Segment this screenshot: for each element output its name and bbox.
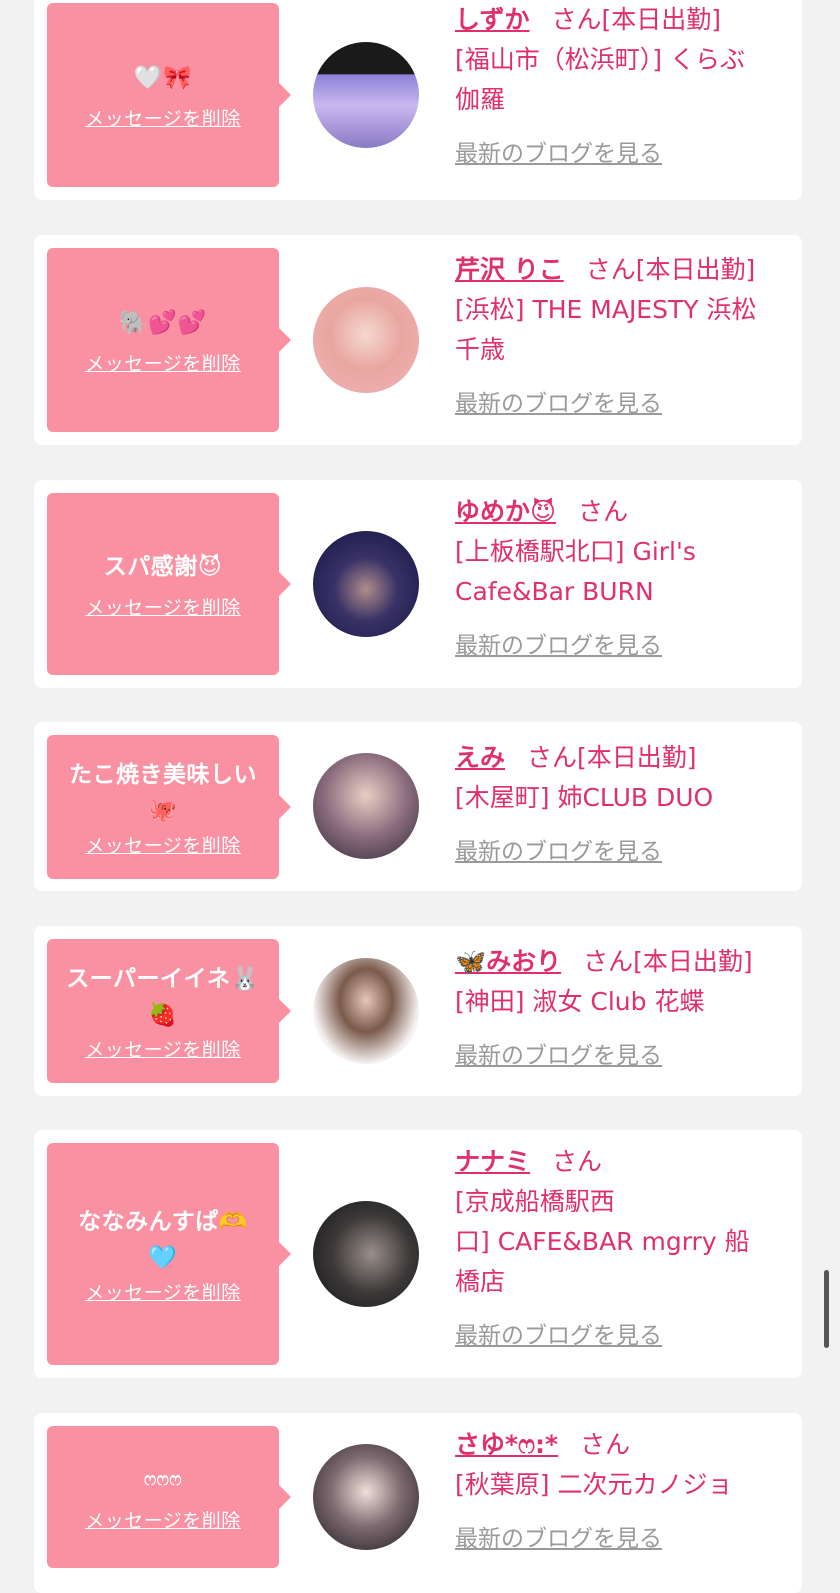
latest-blog-link[interactable]: 最新のブログを見る <box>455 384 662 418</box>
shop-line: 伽羅 <box>455 85 506 114</box>
avatar[interactable] <box>313 1201 419 1307</box>
latest-blog-link[interactable]: 最新のブログを見る <box>455 1316 662 1350</box>
delete-message-link[interactable]: メッセージを削除 <box>85 1278 241 1305</box>
message-card: たこ焼き美味しい 🐙 メッセージを削除 えみ さん[本日出勤] [木屋町] 姉CL… <box>34 722 802 891</box>
message-bubble: たこ焼き美味しい 🐙 メッセージを削除 <box>47 735 291 879</box>
status-text: [本日出勤] <box>635 255 756 284</box>
message-text: ෆෆෆ <box>143 1468 183 1490</box>
message-text: 🩵 <box>148 1244 178 1271</box>
latest-blog-link[interactable]: 最新のブログを見る <box>455 1519 662 1553</box>
message-text: 🤍🎀 <box>133 64 193 91</box>
message-card: ෆෆෆ メッセージを削除 さゆ*ෆ:* さん [秋葉原] 二次元カノジョ 最新のブ… <box>34 1413 802 1593</box>
message-text: スーパーイイネ🐰 <box>66 965 260 992</box>
message-text: たこ焼き美味しい <box>69 761 257 788</box>
message-text: 🐘💕💕 <box>119 309 207 336</box>
avatar[interactable] <box>313 42 419 148</box>
shop-line: [秋葉原] 二次元カノジョ <box>455 1470 733 1499</box>
name-line: えみ さん[本日出勤] <box>455 738 797 778</box>
cast-name-link[interactable]: さゆ*ෆ:* <box>455 1430 558 1459</box>
message-card: スーパーイイネ🐰 🍓 メッセージを削除 🦋みおり さん[本日出勤] [神田] 淑女… <box>34 926 802 1096</box>
status-text: [本日出勤] <box>577 743 697 772</box>
honorific: さん <box>551 5 602 34</box>
name-line: しずか さん[本日出勤] <box>455 0 797 40</box>
cast-info: えみ さん[本日出勤] [木屋町] 姉CLUB DUO 最新のブログを見る <box>455 738 797 866</box>
message-bubble: スパ感謝😈 メッセージを削除 <box>47 493 291 675</box>
latest-blog-link[interactable]: 最新のブログを見る <box>455 1036 662 1070</box>
delete-message-link[interactable]: メッセージを削除 <box>85 593 241 620</box>
delete-message-link[interactable]: メッセージを削除 <box>85 831 241 858</box>
delete-message-link[interactable]: メッセージを削除 <box>85 1506 241 1533</box>
status-text: [本日出勤] <box>633 947 753 976</box>
shop-line: [京成船橋駅西 <box>455 1187 615 1216</box>
honorific: さん <box>583 947 634 976</box>
cast-info: ナナミ さん [京成船橋駅西 口] CAFE&BAR mgrry 船 橋店 最新の… <box>455 1142 797 1350</box>
cast-name-link[interactable]: えみ <box>455 743 505 772</box>
message-text: 🍓 <box>148 1001 178 1028</box>
honorific: さん <box>585 255 636 284</box>
shop-line: [浜松] THE MAJESTY 浜松 <box>455 295 757 324</box>
message-card: スパ感謝😈 メッセージを削除 ゆめか😈 さん [上板橋駅北口] Girl's Ca… <box>34 480 802 688</box>
cast-name-link[interactable]: 芹沢 りこ <box>455 255 564 284</box>
message-card: 🤍🎀 メッセージを削除 しずか さん[本日出勤] [福山市（松浜町）] くらぶ 伽… <box>34 0 802 200</box>
message-text: ななみんすぱ🫶 <box>78 1208 248 1235</box>
latest-blog-link[interactable]: 最新のブログを見る <box>455 832 662 866</box>
cast-name-link[interactable]: 🦋みおり <box>455 947 561 976</box>
cast-info: さゆ*ෆ:* さん [秋葉原] 二次元カノジョ 最新のブログを見る <box>455 1425 797 1553</box>
message-bubble: 🤍🎀 メッセージを削除 <box>47 3 291 187</box>
honorific: さん <box>527 743 578 772</box>
latest-blog-link[interactable]: 最新のブログを見る <box>455 134 662 168</box>
latest-blog-link[interactable]: 最新のブログを見る <box>455 626 662 660</box>
avatar[interactable] <box>313 1444 419 1550</box>
honorific: さん <box>552 1147 603 1176</box>
delete-message-link[interactable]: メッセージを削除 <box>85 104 241 131</box>
message-card: 🐘💕💕 メッセージを削除 芹沢 りこ さん[本日出勤] [浜松] THE MAJE… <box>34 235 802 445</box>
cast-name-link[interactable]: ナナミ <box>455 1147 530 1176</box>
message-bubble: 🐘💕💕 メッセージを削除 <box>47 248 291 432</box>
cast-info: しずか さん[本日出勤] [福山市（松浜町）] くらぶ 伽羅 最新のブログを見る <box>455 0 797 168</box>
avatar[interactable] <box>313 958 419 1064</box>
shop-line: [木屋町] 姉CLUB DUO <box>455 783 714 812</box>
name-line: 🦋みおり さん[本日出勤] <box>455 942 797 982</box>
name-line: さゆ*ෆ:* さん <box>455 1425 797 1465</box>
message-card: ななみんすぱ🫶 🩵 メッセージを削除 ナナミ さん [京成船橋駅西 口] CAFE… <box>34 1130 802 1378</box>
cast-info: 🦋みおり さん[本日出勤] [神田] 淑女 Club 花蝶 最新のブログを見る <box>455 942 797 1070</box>
message-bubble: スーパーイイネ🐰 🍓 メッセージを削除 <box>47 939 291 1083</box>
honorific: さん <box>580 1430 631 1459</box>
shop-line: 千歳 <box>455 335 506 364</box>
cast-info: ゆめか😈 さん [上板橋駅北口] Girl's Cafe&Bar BURN 最新の… <box>455 492 797 660</box>
delete-message-link[interactable]: メッセージを削除 <box>85 349 241 376</box>
status-text: [本日出勤] <box>601 5 722 34</box>
shop-line: 橋店 <box>455 1267 506 1296</box>
name-line: ナナミ さん <box>455 1142 797 1182</box>
cast-info: 芹沢 りこ さん[本日出勤] [浜松] THE MAJESTY 浜松 千歳 最新の… <box>455 250 797 418</box>
avatar[interactable] <box>313 287 419 393</box>
shop-line: 口] CAFE&BAR mgrry 船 <box>455 1227 750 1256</box>
avatar[interactable] <box>313 531 419 637</box>
cast-name-link[interactable]: しずか <box>455 5 530 34</box>
avatar[interactable] <box>313 753 419 859</box>
name-line: ゆめか😈 さん <box>455 492 797 532</box>
message-bubble: ななみんすぱ🫶 🩵 メッセージを削除 <box>47 1143 291 1365</box>
message-bubble: ෆෆෆ メッセージを削除 <box>47 1426 291 1568</box>
shop-line: [福山市（松浜町）] くらぶ <box>455 45 745 74</box>
scrollbar-thumb[interactable] <box>824 1270 829 1348</box>
honorific: さん <box>578 497 629 526</box>
shop-line: Cafe&Bar BURN <box>455 577 654 606</box>
message-text: スパ感謝😈 <box>103 553 223 580</box>
cast-name-link[interactable]: ゆめか😈 <box>455 497 556 526</box>
name-line: 芹沢 りこ さん[本日出勤] <box>455 250 797 290</box>
shop-line: [神田] 淑女 Club 花蝶 <box>455 987 705 1016</box>
delete-message-link[interactable]: メッセージを削除 <box>85 1035 241 1062</box>
shop-line: [上板橋駅北口] Girl's <box>455 537 696 566</box>
message-text: 🐙 <box>148 797 178 824</box>
